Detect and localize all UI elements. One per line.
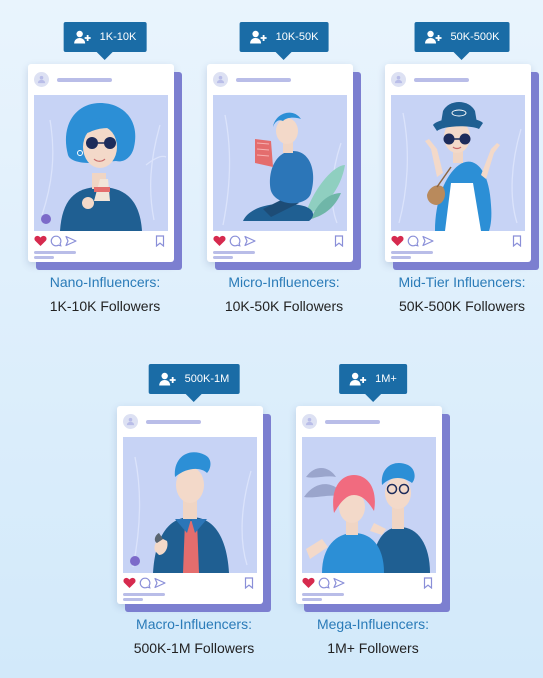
user-avatar-icon [302, 414, 317, 429]
caption-placeholder [123, 593, 165, 596]
tier-title: Mega-Influencers: [316, 616, 430, 632]
heart-icon[interactable] [34, 235, 47, 247]
send-icon[interactable] [422, 235, 434, 247]
bookmark-icon[interactable] [512, 235, 522, 247]
add-user-icon [74, 30, 91, 44]
user-avatar-icon [123, 414, 138, 429]
tier-title: Nano-Influencers: [49, 274, 161, 290]
badge-label: 10K-50K [275, 31, 319, 43]
heart-icon[interactable] [391, 235, 404, 247]
comment-icon[interactable] [318, 577, 330, 589]
bookmark-icon[interactable] [244, 577, 254, 589]
send-icon[interactable] [65, 235, 77, 247]
caption-placeholder-short [213, 256, 233, 259]
badge-label: 50K-500K [450, 31, 500, 43]
heart-icon[interactable] [302, 577, 315, 589]
heart-icon[interactable] [213, 235, 226, 247]
post-card [296, 406, 442, 604]
tier-title: Mid-Tier Influencers: [398, 274, 526, 290]
user-avatar-icon [213, 72, 228, 87]
send-icon[interactable] [244, 235, 256, 247]
add-user-icon [250, 30, 267, 44]
send-icon[interactable] [333, 577, 345, 589]
tier-followers: 1M+ Followers [327, 640, 419, 656]
post-card [385, 64, 531, 262]
follower-range-badge: 1M+ [339, 364, 407, 394]
username-placeholder [146, 419, 201, 424]
bookmark-icon[interactable] [155, 235, 165, 247]
caption-placeholder-short [34, 256, 54, 259]
add-user-icon [349, 372, 367, 386]
post-photo [213, 95, 347, 231]
badge-label: 1M+ [375, 373, 397, 385]
tier-title: Micro-Influencers: [228, 274, 340, 290]
post-card [117, 406, 263, 604]
post-photo [34, 95, 168, 231]
comment-icon[interactable] [229, 235, 241, 247]
caption-placeholder-short [123, 598, 143, 601]
send-icon[interactable] [154, 577, 166, 589]
tier-followers: 10K-50K Followers [224, 298, 344, 314]
follower-range-badge: 1K-10K [63, 22, 147, 52]
post-card [28, 64, 174, 262]
comment-icon[interactable] [50, 235, 62, 247]
add-user-icon [425, 30, 442, 44]
caption-placeholder [302, 593, 344, 596]
badge-label: 1K-10K [99, 31, 137, 43]
post-card [207, 64, 353, 262]
comment-icon[interactable] [407, 235, 419, 247]
user-avatar-icon [391, 72, 406, 87]
comment-icon[interactable] [139, 577, 151, 589]
bookmark-icon[interactable] [334, 235, 344, 247]
caption-placeholder-short [391, 256, 411, 259]
username-placeholder [57, 77, 112, 82]
follower-range-badge: 50K-500K [414, 22, 510, 52]
caption-placeholder-short [302, 598, 322, 601]
follower-range-badge: 500K-1M [148, 364, 240, 394]
follower-range-badge: 10K-50K [239, 22, 329, 52]
username-placeholder [236, 77, 291, 82]
post-photo [123, 437, 257, 573]
tier-followers: 50K-500K Followers [398, 298, 526, 314]
tier-followers: 500K-1M Followers [133, 640, 255, 656]
post-photo [302, 437, 436, 573]
tier-title: Macro-Influencers: [136, 616, 252, 632]
username-placeholder [414, 77, 469, 82]
user-avatar-icon [34, 72, 49, 87]
caption-placeholder [391, 251, 433, 254]
caption-placeholder [213, 251, 255, 254]
bookmark-icon[interactable] [423, 577, 433, 589]
post-photo [391, 95, 525, 231]
caption-placeholder [34, 251, 76, 254]
add-user-icon [159, 372, 176, 386]
username-placeholder [325, 419, 380, 424]
heart-icon[interactable] [123, 577, 136, 589]
tier-followers: 1K-10K Followers [49, 298, 161, 314]
badge-label: 500K-1M [184, 373, 230, 385]
